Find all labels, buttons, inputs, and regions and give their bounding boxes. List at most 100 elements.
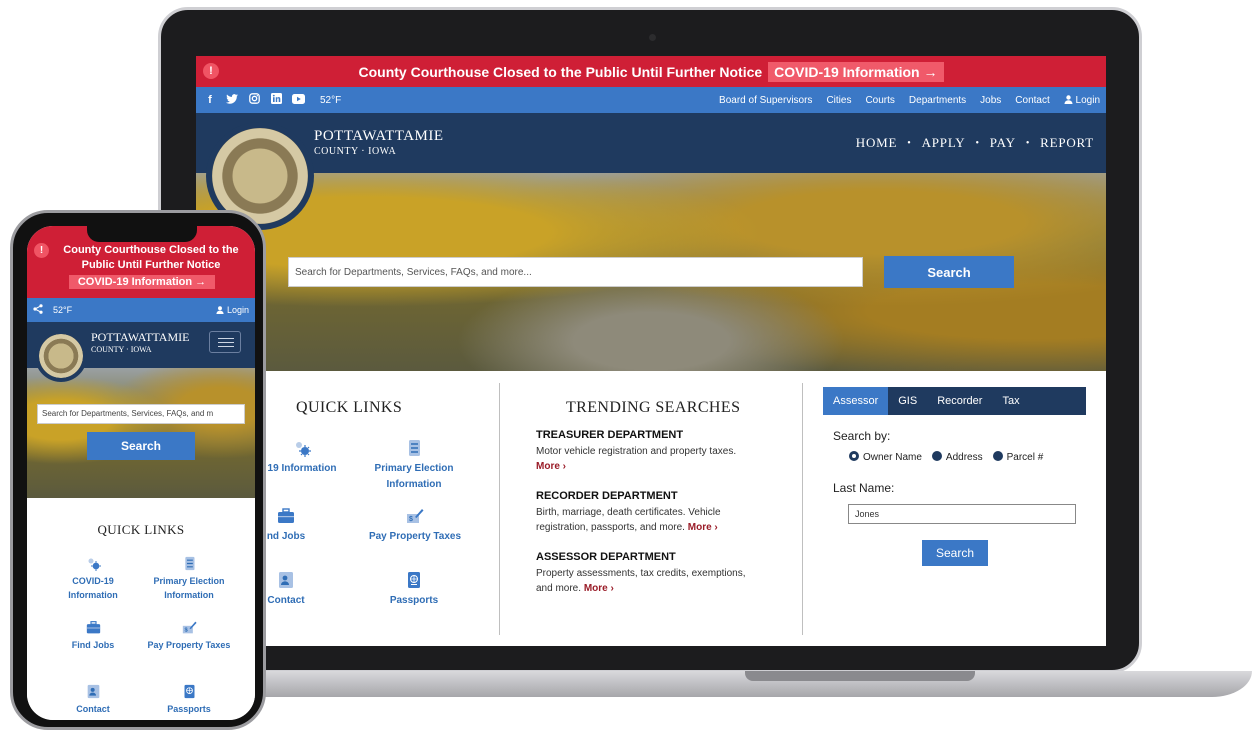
radio-icon [931,451,942,461]
quick-link-label: Passports [167,704,211,714]
mobile-utility-bar: 52°F Login [27,298,255,322]
nav-contact[interactable]: Contact [1015,95,1049,106]
search-button[interactable]: Search [87,432,195,460]
radio-icon [992,451,1003,461]
nav-jobs[interactable]: Jobs [980,95,1001,106]
virus-icon [88,558,101,571]
quick-link-contact[interactable]: Contact [63,684,123,716]
login-label: Login [226,305,249,315]
quick-link-passports[interactable]: Passports [157,684,221,716]
youtube-icon[interactable] [292,93,305,107]
ballot-icon [409,440,420,456]
tab-gis[interactable]: GIS [888,387,927,415]
county-seal-logo[interactable] [35,330,87,382]
passport-icon [408,572,420,588]
search-by-options: Owner Name Address Parcel # [849,451,1043,463]
nav-board-of-supervisors[interactable]: Board of Supervisors [719,95,812,106]
share-icon[interactable] [33,303,43,317]
site-title[interactable]: POTTAWATTAMIE [314,128,444,145]
user-icon [1064,94,1073,104]
user-icon [216,306,225,314]
radio-address[interactable]: Address [931,451,983,463]
trending-item-treasurer: TREASURER DEPARTMENT Motor vehicle regis… [536,429,761,474]
property-search-widget: Assessor GIS Recorder Tax Search by: Own… [803,371,1106,646]
login-link[interactable]: Login [216,305,249,315]
facebook-icon[interactable]: f [204,94,216,106]
alert-message-line2: Public Until Further Notice [81,259,221,271]
nav-cities[interactable]: Cities [826,95,851,106]
nav-apply[interactable]: APPLY [922,135,966,151]
social-links: f 52°F [196,93,341,107]
contact-card-icon [279,572,293,588]
covid-info-link[interactable]: COVID-19 Information → [768,61,944,82]
more-link[interactable]: More › [584,583,614,594]
quick-link-pay-taxes[interactable]: $ Pay Property Taxes [137,620,241,652]
trending-desc: Birth, marriage, death certificates. Veh… [536,507,721,533]
property-search-button[interactable]: Search [922,540,988,566]
site-header: POTTAWATTAMIE COUNTY · IOWA HOME • APPLY… [196,113,1106,173]
laptop-notch [745,671,975,681]
nav-departments[interactable]: Departments [909,95,966,106]
search-by-label: Search by: [833,429,891,443]
radio-owner-name[interactable]: Owner Name [849,451,922,463]
tab-tax[interactable]: Tax [992,387,1029,415]
site-search-input[interactable]: Search for Departments, Services, FAQs, … [288,257,863,287]
utility-bar: f 52°F Board of Supervisors Cities Court… [196,87,1106,113]
seal-emblem [39,334,83,378]
utility-nav: Board of Supervisors Cities Courts Depar… [719,95,1106,106]
covid-info-link[interactable]: COVID-19 Information → [69,275,215,289]
quick-link-covid[interactable]: COVID-19 Information [55,556,131,602]
quick-link-label: Primary Election Information [153,576,225,600]
briefcase-icon [86,621,100,634]
twitter-icon[interactable] [226,93,238,107]
laptop-screen: ! County Courthouse Closed to the Public… [196,56,1106,646]
nav-pay[interactable]: PAY [990,135,1016,151]
alert-circle-icon: ! [34,243,49,258]
quick-link-label: Contact [267,595,305,606]
trending-title[interactable]: TREASURER DEPARTMENT [536,429,761,441]
svg-text:$: $ [409,516,413,523]
linkedin-icon[interactable] [270,93,282,107]
nav-report[interactable]: REPORT [1040,135,1094,151]
quick-link-label: Find Jobs [71,640,115,650]
hero-banner: Search for Departments, Services, FAQs, … [196,173,1106,371]
login-label: Login [1075,94,1100,106]
site-subtitle: COUNTY · IOWA [91,345,152,354]
site-title[interactable]: POTTAWATTAMIE [91,330,189,345]
tab-assessor[interactable]: Assessor [823,387,889,415]
money-icon: $ [182,621,197,634]
trending-title[interactable]: RECORDER DEPARTMENT [536,490,761,502]
quick-link-election[interactable]: Primary Election Information [141,556,237,602]
radio-parcel[interactable]: Parcel # [992,451,1043,463]
laptop-base [210,671,1252,697]
hamburger-menu-icon[interactable] [209,331,241,353]
last-name-label: Last Name: [833,481,895,495]
search-button[interactable]: Search [884,256,1014,288]
quick-link-election[interactable]: Primary Election Information [364,439,464,493]
tab-recorder[interactable]: Recorder [927,387,992,415]
site-search-input[interactable]: Search for Departments, Services, FAQs, … [37,404,245,424]
quick-links-heading: QUICK LINKS [97,522,185,537]
quick-link-covid[interactable]: 19 Information [262,439,342,477]
nav-home[interactable]: HOME [856,135,897,151]
money-icon: $ [407,509,424,523]
instagram-icon[interactable] [248,93,260,107]
mobile-main-content: QUICK LINKS COVID-19 Information Primary… [27,498,255,720]
phone-notch [87,226,197,242]
more-link[interactable]: More › [688,522,718,533]
nav-courts[interactable]: Courts [865,95,894,106]
trending-section: TRENDING SEARCHES TREASURER DEPARTMENT M… [500,371,802,646]
quick-link-pay-taxes[interactable]: $ Pay Property Taxes [360,507,470,545]
briefcase-icon [278,508,294,523]
quick-link-jobs[interactable]: Find Jobs [63,620,123,652]
site-subtitle: COUNTY · IOWA [314,146,397,157]
trending-title[interactable]: ASSESSOR DEPARTMENT [536,551,761,563]
login-link[interactable]: Login [1064,95,1100,106]
property-tabs: Assessor GIS Recorder Tax [823,387,1086,415]
last-name-input[interactable]: Jones [848,504,1076,524]
alert-circle-icon: ! [203,63,219,79]
quick-link-passports[interactable]: Passports [374,571,454,609]
more-link[interactable]: More › [536,461,566,472]
trending-desc: Motor vehicle registration and property … [536,446,737,472]
quick-link-label: nd Jobs [266,531,306,542]
